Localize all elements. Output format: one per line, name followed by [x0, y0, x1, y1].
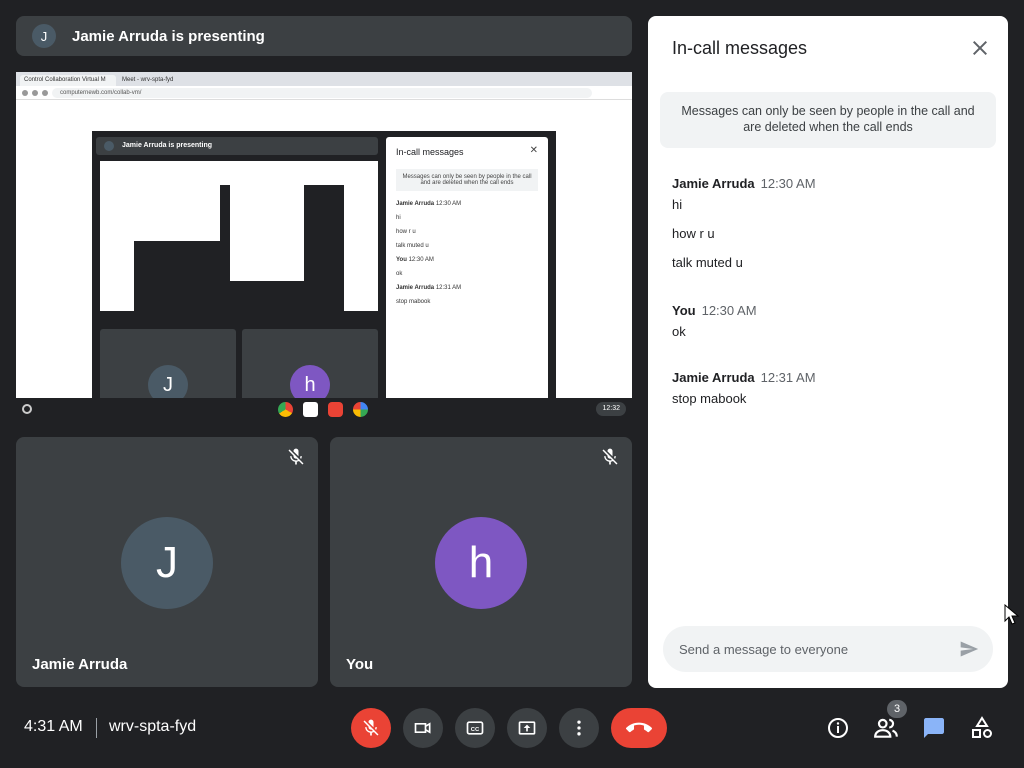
nested-chat-line: You 12:30 AM — [396, 257, 434, 263]
nested-chat-panel: In-call messages ✕ Messages can only be … — [386, 137, 548, 401]
message-text: hi — [672, 197, 683, 212]
more-options-button[interactable] — [559, 708, 599, 748]
nested-chat-title: In-call messages — [396, 147, 464, 157]
launcher-icon — [22, 404, 32, 414]
send-icon[interactable] — [959, 639, 979, 659]
participant-name: You — [346, 656, 374, 673]
taskbar-apps — [278, 402, 368, 417]
hang-up-icon — [626, 722, 652, 733]
captions-icon: CC — [466, 721, 484, 735]
message-time: 12:31 AM — [760, 370, 816, 385]
message-group: Jamie Arruda 12:30 AM hi how r u talk mut… — [672, 176, 992, 284]
chat-input-container — [663, 626, 993, 672]
participant-name: Jamie Arruda — [32, 656, 128, 673]
nested-chat-line: hi — [396, 215, 401, 221]
nested-inner-chat — [230, 167, 304, 281]
browser-tab: Meet - wrv-spta-fyd — [118, 75, 214, 86]
microphone-toggle-button[interactable] — [351, 708, 391, 748]
message-text: ok — [672, 324, 686, 339]
chat-notice: Messages can only be seen by people in t… — [660, 92, 996, 148]
chat-icon — [924, 718, 944, 738]
message-text: how r u — [672, 226, 715, 241]
youtube-icon — [328, 402, 343, 417]
people-icon — [874, 718, 898, 738]
message-time: 12:30 AM — [760, 176, 816, 191]
end-call-button[interactable] — [611, 708, 667, 748]
divider — [96, 718, 97, 738]
close-icon[interactable] — [968, 36, 992, 60]
message-sender: Jamie Arruda — [672, 176, 755, 191]
meeting-details-button[interactable] — [824, 714, 852, 742]
activities-icon — [972, 716, 992, 738]
mic-off-icon — [363, 719, 379, 736]
forward-icon — [32, 89, 38, 96]
nested-meet-window: Jamie Arruda is presenting J h In-call m… — [92, 131, 556, 405]
chat-title: In-call messages — [672, 38, 808, 58]
shared-screen: Control Collaboration Virtual M Meet - w… — [16, 72, 632, 420]
message-sender: Jamie Arruda — [672, 370, 755, 385]
nested-chat-line: Jamie Arruda 12:31 AM — [396, 285, 462, 291]
mic-off-icon — [602, 448, 618, 465]
participant-count-badge: 3 — [887, 700, 907, 718]
browser-address-bar: computernewb.com/collab-vm/ — [16, 86, 632, 100]
presenter-avatar: J — [32, 24, 56, 48]
chat-message-input[interactable] — [679, 626, 949, 672]
nested-shared-screen — [100, 161, 378, 311]
camera-icon — [414, 722, 431, 734]
nested-chat-line: talk muted u — [396, 243, 429, 249]
participant-avatar: J — [121, 517, 213, 609]
captions-button[interactable]: CC — [455, 708, 495, 748]
present-icon — [518, 721, 536, 735]
more-vert-icon — [577, 720, 581, 736]
nested-chat-line: how r u — [396, 229, 416, 235]
nested-chat-line: stop mabook — [396, 299, 431, 305]
taskbar-clock: 12:32 — [596, 402, 626, 416]
people-button[interactable] — [872, 714, 900, 742]
activities-button[interactable] — [968, 714, 996, 742]
reload-icon — [42, 89, 48, 96]
info-icon — [828, 718, 848, 738]
present-button[interactable] — [507, 708, 547, 748]
message-text: talk muted u — [672, 255, 743, 270]
message-header: You 12:30 AM — [672, 303, 992, 318]
message-group: You 12:30 AM ok — [672, 303, 992, 353]
clock-time: 4:31 AM — [24, 718, 83, 735]
chat-panel: In-call messages Messages can only be se… — [648, 16, 1008, 688]
shared-page: Jamie Arruda is presenting J h In-call m… — [16, 100, 632, 405]
nested-chat-line: Jamie Arruda 12:30 AM — [396, 201, 462, 207]
chat-button[interactable] — [920, 714, 948, 742]
camera-toggle-button[interactable] — [403, 708, 443, 748]
svg-text:CC: CC — [471, 727, 480, 733]
nested-inner-page — [116, 175, 220, 241]
browser-tab-strip: Control Collaboration Virtual M Meet - w… — [16, 72, 632, 86]
nested-tile: J — [100, 329, 236, 405]
nested-tiles: J h — [100, 329, 378, 405]
message-time: 12:30 AM — [701, 303, 757, 318]
message-sender: You — [672, 303, 696, 318]
message-text: stop mabook — [672, 391, 747, 406]
close-icon: ✕ — [529, 145, 538, 156]
nested-presenter-banner: Jamie Arruda is presenting — [96, 137, 378, 155]
presenter-banner: J Jamie Arruda is presenting — [16, 16, 632, 56]
message-group: Jamie Arruda 12:31 AM stop mabook — [672, 370, 992, 420]
browser-tab: Control Collaboration Virtual M — [20, 75, 116, 86]
mic-off-icon — [288, 448, 304, 465]
mouse-cursor-icon — [1004, 604, 1020, 625]
gmail-icon — [303, 402, 318, 417]
os-taskbar: 12:32 — [16, 398, 632, 420]
chrome-icon — [278, 402, 293, 417]
participant-tile-jamie[interactable]: J Jamie Arruda — [16, 437, 318, 687]
back-icon — [22, 89, 28, 96]
browser-url: computernewb.com/collab-vm/ — [52, 87, 592, 98]
nested-chat-line: ok — [396, 271, 403, 277]
participant-avatar: h — [435, 517, 527, 609]
message-header: Jamie Arruda 12:30 AM — [672, 176, 992, 191]
meeting-code: wrv-spta-fyd — [109, 718, 197, 735]
photos-icon — [353, 402, 368, 417]
nested-chat-notice: Messages can only be seen by people in t… — [396, 169, 538, 191]
participant-tile-you[interactable]: h You — [330, 437, 632, 687]
nested-tile: h — [242, 329, 378, 405]
message-header: Jamie Arruda 12:31 AM — [672, 370, 992, 385]
presenter-text: Jamie Arruda is presenting — [72, 27, 265, 45]
